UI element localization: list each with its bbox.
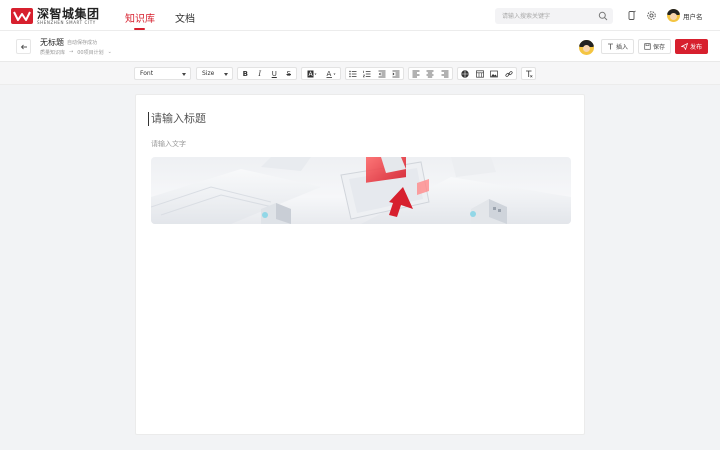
editor-canvas[interactable]: 请输入标题 请输入文字: [135, 94, 585, 435]
font-select[interactable]: Font: [134, 67, 191, 80]
font-color-icon: A: [326, 70, 335, 78]
link-icon: [505, 70, 513, 77]
clear-format-group: [521, 67, 536, 80]
table-icon: [475, 69, 484, 78]
underline-icon: U: [271, 69, 277, 78]
logo-mark-icon: [11, 8, 33, 24]
insert-group: [457, 67, 517, 80]
breadcrumb: 质量知识库 → 00项目计划 ⌄: [40, 49, 112, 56]
underline-button[interactable]: U: [267, 68, 282, 79]
insert-special-button[interactable]: [458, 68, 473, 79]
illustration-image: [151, 157, 571, 224]
brand-logo[interactable]: 深智城集团 SHENZHEN SMART CITY: [11, 7, 100, 25]
chevron-down-icon[interactable]: ⌄: [108, 49, 112, 56]
bold-icon: B: [242, 69, 248, 78]
font-select-value: Font: [140, 70, 154, 77]
svg-text:A: A: [326, 70, 331, 78]
font-color-button[interactable]: A: [321, 68, 340, 79]
strikethrough-button[interactable]: S: [282, 68, 297, 79]
arrow-left-icon: [20, 44, 27, 49]
italic-icon: I: [258, 69, 262, 78]
publish-label: 发布: [690, 44, 703, 51]
save-icon: [644, 43, 651, 50]
list-indent-group: [345, 67, 404, 80]
align-left-button[interactable]: [409, 68, 423, 79]
publish-button[interactable]: 发布: [675, 39, 709, 54]
alignment-group: [408, 67, 453, 80]
username[interactable]: 用户名: [683, 11, 703, 21]
outdent-icon: [378, 70, 386, 77]
insert-button[interactable]: 插入: [601, 39, 635, 54]
top-navigation: 深智城集团 SHENZHEN SMART CITY 知识库 文档 用户名: [0, 0, 720, 31]
breadcrumb-project-plan[interactable]: 00项目计划: [77, 49, 103, 56]
size-select[interactable]: Size: [196, 67, 233, 80]
search-icon[interactable]: [598, 11, 608, 21]
send-icon: [681, 43, 688, 50]
insert-link-button[interactable]: [502, 68, 517, 79]
background-color-button[interactable]: A: [302, 68, 321, 79]
breadcrumb-knowledge-base[interactable]: 质量知识库: [40, 49, 65, 56]
tab-knowledge-base[interactable]: 知识库: [125, 10, 155, 25]
logo-text-en: SHENZHEN SMART CITY: [37, 19, 96, 25]
active-tab-indicator: [134, 28, 145, 30]
formatting-toolbar: Font Size B I U S A A: [0, 62, 720, 85]
caret-down-icon: [224, 73, 228, 76]
save-button[interactable]: 保存: [638, 39, 672, 54]
indent-button[interactable]: [389, 68, 403, 79]
logo-text-cn: 深智城集团: [37, 6, 100, 21]
indent-icon: [392, 70, 400, 77]
strikethrough-icon: S: [286, 69, 291, 78]
highlight-color-icon: A: [307, 70, 316, 78]
ordered-list-button[interactable]: [360, 68, 374, 79]
title-input[interactable]: 请输入标题: [148, 112, 206, 126]
insert-image-button[interactable]: [487, 68, 502, 79]
user-avatar[interactable]: [667, 9, 680, 22]
ordered-list-icon: [363, 70, 371, 77]
bullet-list-button[interactable]: [346, 68, 360, 79]
color-group: A A: [301, 67, 341, 80]
text-style-group: B I U S: [237, 67, 297, 80]
document-title: 无标题: [40, 38, 64, 47]
save-status: 自动保存成功: [67, 40, 98, 46]
bold-button[interactable]: B: [238, 68, 253, 79]
collaborator-avatar[interactable]: [579, 40, 594, 55]
notification-icon[interactable]: [626, 10, 637, 21]
insert-icon: [608, 43, 613, 50]
tab-documents[interactable]: 文档: [175, 10, 195, 25]
body-input[interactable]: 请输入文字: [151, 139, 186, 149]
isometric-illustration: [151, 157, 571, 224]
globe-icon: [461, 69, 469, 78]
insert-label: 插入: [616, 44, 629, 51]
align-center-button[interactable]: [423, 68, 437, 79]
align-right-button[interactable]: [438, 68, 452, 79]
align-left-icon: [412, 70, 420, 77]
size-select-value: Size: [202, 70, 215, 77]
insert-table-button[interactable]: [473, 68, 488, 79]
search-box: [495, 8, 613, 24]
bullet-list-icon: [349, 70, 357, 77]
settings-icon[interactable]: [646, 10, 657, 21]
italic-button[interactable]: I: [253, 68, 268, 79]
caret-down-icon: [182, 73, 186, 76]
align-center-icon: [426, 70, 434, 77]
search-input[interactable]: [502, 10, 592, 22]
document-header: 无标题 自动保存成功 质量知识库 → 00项目计划 ⌄ 插入 保存 发布: [0, 31, 720, 62]
clear-format-button[interactable]: [522, 68, 535, 79]
align-right-icon: [441, 70, 449, 77]
back-button[interactable]: [16, 39, 31, 54]
clear-format-icon: [525, 70, 533, 78]
image-icon: [490, 70, 499, 77]
save-label: 保存: [653, 44, 666, 51]
outdent-button[interactable]: [375, 68, 389, 79]
breadcrumb-separator: →: [69, 49, 74, 55]
